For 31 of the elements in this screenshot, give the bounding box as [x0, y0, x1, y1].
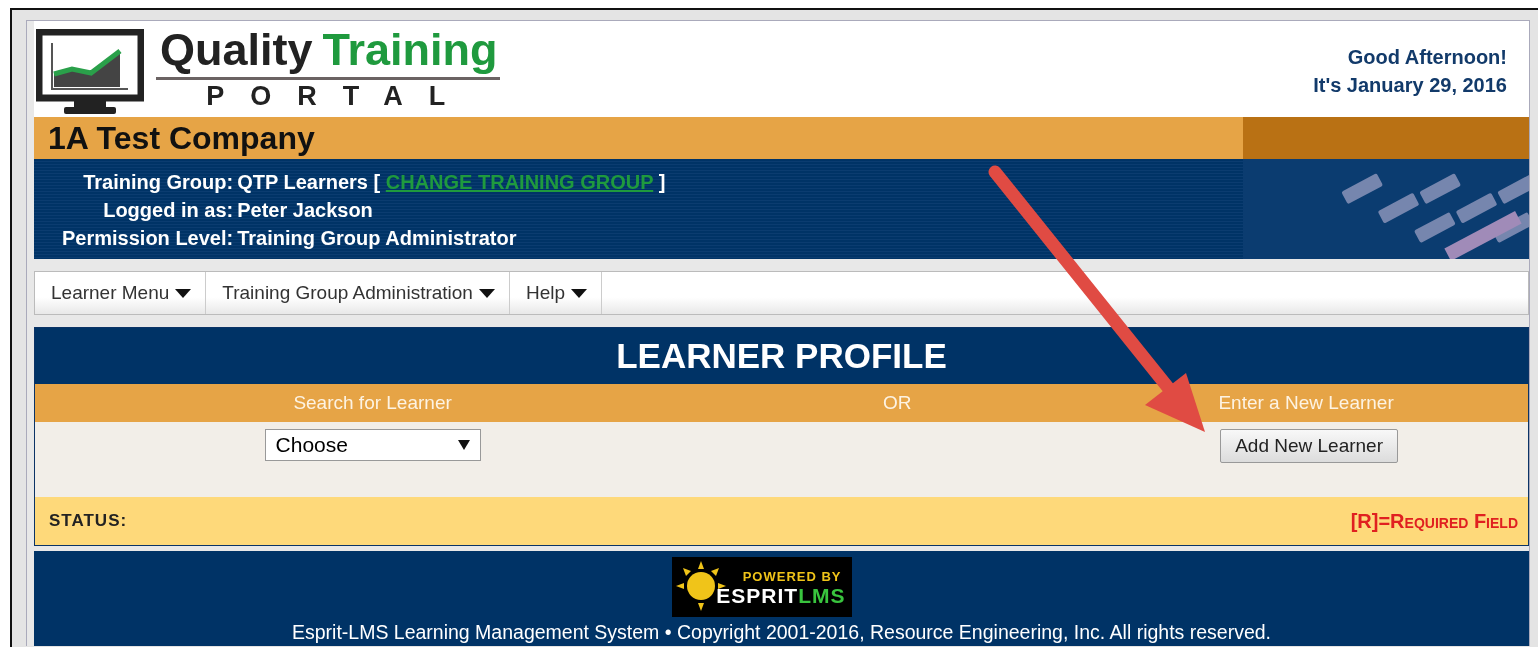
dropdown-arrow-icon: [457, 440, 470, 450]
menu-item[interactable]: Help: [509, 272, 602, 314]
logo-word: Training: [321, 23, 499, 77]
info-value: Peter Jackson: [237, 199, 374, 221]
info-label: Logged in as:: [102, 199, 234, 221]
column-header: OR: [710, 384, 1085, 422]
learner-select[interactable]: Choose: [264, 429, 481, 461]
caret-icon: [571, 288, 587, 298]
info-value: QTP Learners [ CHANGE TRAINING GROUP ]: [237, 171, 666, 193]
section-title: LEARNER PROFILE: [35, 328, 1528, 384]
add-learner-button[interactable]: Add New Learner: [1220, 429, 1398, 463]
column-header: Enter a New Learner: [1084, 384, 1528, 422]
info-label: Training Group:: [82, 171, 234, 193]
caret-icon: [175, 288, 192, 298]
logo-subtitle: PORTAL: [205, 80, 473, 112]
info-value: Training Group Administrator: [237, 227, 518, 249]
badge-brand-text: LMS: [798, 584, 846, 607]
menu-item[interactable]: Learner Menu: [35, 272, 207, 314]
company-name: 1A Test Company: [34, 117, 1243, 159]
greeting-text: Good Afternoon!: [1347, 45, 1507, 70]
caret-icon: [478, 288, 495, 298]
info-label: Permission Level:: [62, 227, 234, 249]
required-note: [R]=Required Field: [1350, 509, 1518, 533]
date-text: It's January 29, 2016: [1313, 73, 1507, 98]
menu-item[interactable]: Training Group Administration: [206, 272, 510, 314]
column-header: Search for Learner: [35, 384, 711, 422]
badge-brand-text: ESPRIT: [716, 584, 799, 607]
badge-text: POWERED BY: [742, 569, 842, 584]
status-label: STATUS:: [49, 511, 128, 531]
logo-word: Quality: [159, 23, 314, 77]
copyright-text: Esprit-LMS Learning Management System • Copyright 2001-2016, Resource Engineering, Inc. All rights reserved.: [291, 621, 1272, 644]
